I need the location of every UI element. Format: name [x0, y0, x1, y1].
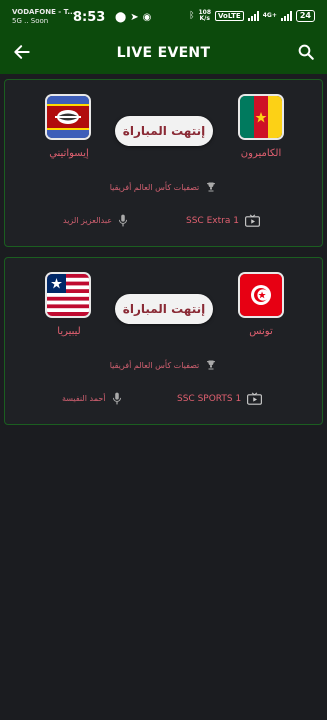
bluetooth-icon: ᛒ — [189, 11, 195, 21]
event-card[interactable]: ليبيريا تونس إنتهت المباراة تصفيات كأس ا… — [4, 257, 323, 425]
microphone-icon — [112, 392, 121, 405]
commentator-name: أحمد النفيسة — [62, 394, 106, 403]
competition-name: تصفيات كأس العالم أفريقيا — [109, 182, 200, 192]
clock: 8:53 — [73, 10, 106, 25]
match-status-badge: إنتهت المباراة — [115, 294, 213, 324]
flag-cameroon-icon — [240, 96, 282, 138]
away-team-name: ليبيريا — [57, 326, 81, 337]
commentator-row: أحمد النفيسة — [62, 392, 122, 405]
match-status-badge: إنتهت المباراة — [115, 116, 213, 146]
carrier-sub: 5G .. Soon — [12, 17, 49, 25]
flag-eswatini-icon — [47, 96, 89, 138]
signal-icon — [247, 11, 259, 21]
competition-row: تصفيات كأس العالم أفريقيا — [5, 181, 322, 193]
competition-name: تصفيات كأس العالم أفريقيا — [109, 360, 200, 370]
home-team-name: الكاميرون — [240, 148, 282, 159]
speed-unit: K/s — [199, 15, 210, 22]
channel-name: SSC Extra 1 — [186, 215, 239, 226]
notification-icons: ⬤ ➤ ◉ — [115, 12, 151, 23]
channel-name: SSC SPORTS 1 — [177, 393, 242, 404]
lte-label: 4G+ — [262, 12, 277, 19]
flag-liberia-icon — [47, 274, 89, 316]
flag-tunisia-icon — [240, 274, 282, 316]
system-icons: ᛒ 108 K/s VoLTE 4G+ 24 — [189, 10, 315, 22]
microphone-icon — [118, 214, 128, 227]
home-team-name: تونس — [249, 326, 273, 337]
telegram-icon: ➤ — [130, 12, 139, 23]
volte-badge: VoLTE — [215, 11, 244, 21]
trophy-icon — [207, 360, 216, 370]
page-title: LIVE EVENT — [116, 45, 211, 61]
channel-row: SSC SPORTS 1 — [177, 392, 263, 405]
away-team-name: إيسواتيني — [49, 148, 89, 159]
tv-icon — [247, 392, 263, 405]
signal-icon-2 — [280, 11, 292, 21]
network-speed: 108 K/s — [198, 10, 211, 22]
commentator-name: عبدالعزيز الزيد — [63, 216, 113, 225]
search-icon[interactable] — [297, 43, 315, 61]
battery-icon: 24 — [295, 10, 315, 22]
status-bar: VODAFONE - T... 5G .. Soon 8:53 ⬤ ➤ ◉ ᛒ … — [0, 0, 327, 34]
carrier-name: VODAFONE - T... — [12, 8, 76, 16]
trophy-icon — [207, 182, 216, 192]
app-bar: LIVE EVENT — [0, 34, 327, 74]
competition-row: تصفيات كأس العالم أفريقيا — [5, 359, 322, 371]
whatsapp-icon: ◉ — [142, 12, 152, 23]
tv-icon — [244, 214, 260, 227]
carrier-info: VODAFONE - T... 5G .. Soon — [12, 8, 75, 26]
channel-row: SSC Extra 1 — [186, 214, 260, 227]
notification-icon: ⬤ — [115, 12, 127, 23]
commentator-row: عبدالعزيز الزيد — [63, 214, 128, 227]
event-card[interactable]: إيسواتيني الكاميرون إنتهت المباراة تصفيا… — [4, 79, 323, 247]
